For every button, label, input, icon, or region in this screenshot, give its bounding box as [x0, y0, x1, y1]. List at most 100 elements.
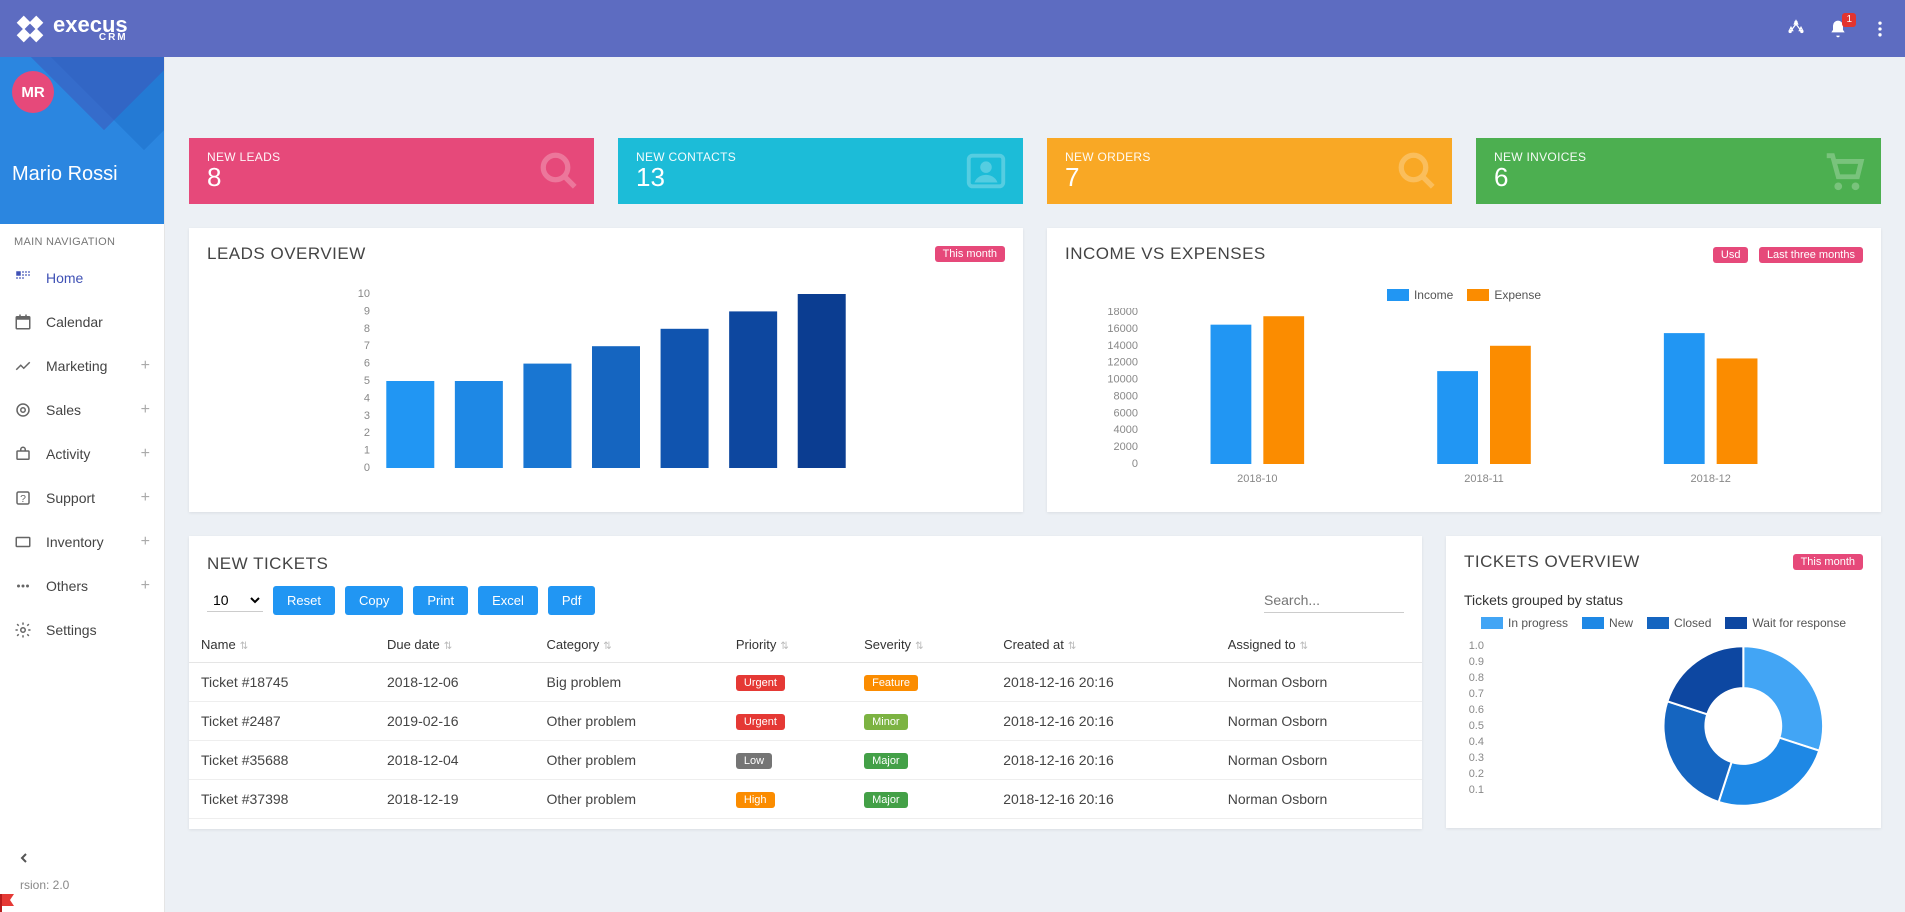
col-category[interactable]: Category⇅ [535, 627, 724, 663]
leads-badge[interactable]: This month [935, 246, 1005, 262]
col-created[interactable]: Created at⇅ [991, 627, 1216, 663]
col-due[interactable]: Due date⇅ [375, 627, 535, 663]
income-legend: Income Expense [1061, 288, 1867, 302]
nav-item-marketing[interactable]: Marketing+ [0, 344, 164, 388]
settings-icon [14, 621, 32, 639]
svg-text:9: 9 [364, 305, 370, 317]
overview-badge[interactable]: This month [1793, 554, 1863, 570]
svg-text:0.1: 0.1 [1469, 784, 1484, 796]
nav-item-inventory[interactable]: Inventory+ [0, 520, 164, 564]
cell-priority: Urgent [724, 663, 852, 702]
table-row[interactable]: Ticket #24872019-02-16Other problemUrgen… [189, 702, 1422, 741]
svg-text:2018-11: 2018-11 [1464, 473, 1504, 485]
cell-due: 2018-12-06 [375, 663, 535, 702]
cell-assigned: Norman Osborn [1216, 780, 1422, 819]
contact-icon [963, 148, 1009, 194]
table-row[interactable]: Ticket #187452018-12-06Big problemUrgent… [189, 663, 1422, 702]
stat-label: NEW INVOICES [1494, 150, 1863, 164]
cell-category: Other problem [535, 702, 724, 741]
stat-new-orders[interactable]: NEW ORDERS7 [1047, 138, 1452, 204]
sales-icon [14, 401, 32, 419]
col-name[interactable]: Name⇅ [189, 627, 375, 663]
svg-text:1: 1 [364, 445, 370, 457]
col-severity[interactable]: Severity⇅ [852, 627, 991, 663]
overview-subtitle: Tickets grouped by status [1464, 592, 1863, 608]
nav-item-others[interactable]: Others + [0, 564, 164, 608]
svg-text:2018-10: 2018-10 [1237, 473, 1277, 485]
nav-item-activity[interactable]: Activity+ [0, 432, 164, 476]
nav-item-support[interactable]: ?Support+ [0, 476, 164, 520]
expand-icon: + [141, 577, 150, 595]
svg-text:2018-12: 2018-12 [1690, 473, 1730, 485]
stat-new-contacts[interactable]: NEW CONTACTS13 [618, 138, 1023, 204]
tickets-donut-chart: 0.10.20.30.40.50.60.70.80.91.0 [1464, 636, 1863, 816]
sidebar: MR Mario Rossi MAIN NAVIGATION HomeCalen… [0, 0, 165, 912]
nav-label: Others [46, 578, 88, 594]
svg-text:0: 0 [364, 462, 370, 474]
svg-text:8: 8 [364, 323, 370, 335]
legend-item: Wait for response [1725, 616, 1846, 630]
leads-title: LEADS OVERVIEW [207, 244, 366, 264]
print-button[interactable]: Print [413, 586, 468, 615]
col-priority[interactable]: Priority⇅ [724, 627, 852, 663]
reset-button[interactable]: Reset [273, 586, 335, 615]
pdf-button[interactable]: Pdf [548, 586, 596, 615]
svg-text:0: 0 [1132, 458, 1138, 470]
stat-new-invoices[interactable]: NEW INVOICES6 [1476, 138, 1881, 204]
svg-text:12000: 12000 [1107, 357, 1138, 369]
svg-text:0.7: 0.7 [1469, 688, 1484, 700]
table-row[interactable]: Ticket #373982018-12-19Other problemHigh… [189, 780, 1422, 819]
svg-text:10000: 10000 [1107, 374, 1138, 386]
nav-item-calendar[interactable]: Calendar [0, 300, 164, 344]
nav-item-sales[interactable]: Sales+ [0, 388, 164, 432]
svg-text:4: 4 [364, 392, 370, 404]
top-actions: 1 [1786, 19, 1890, 39]
nav-label: Home [46, 270, 83, 286]
page-size-select[interactable]: 10 [207, 589, 263, 612]
table-row[interactable]: Ticket #356882018-12-04Other problemLowM… [189, 741, 1422, 780]
overview-title: TICKETS OVERVIEW [1464, 552, 1640, 572]
inventory-icon [14, 533, 32, 551]
cell-created: 2018-12-16 20:16 [991, 741, 1216, 780]
tickets-overview-panel: TICKETS OVERVIEW This month Tickets grou… [1446, 536, 1881, 828]
brand[interactable]: execus CRM [15, 14, 128, 44]
svg-text:2: 2 [364, 427, 370, 439]
avatar[interactable]: MR [12, 71, 54, 113]
notification-badge: 1 [1842, 13, 1856, 27]
excel-button[interactable]: Excel [478, 586, 538, 615]
cell-name: Ticket #2487 [189, 702, 375, 741]
nav-label: Activity [46, 446, 90, 462]
income-badge-range[interactable]: Last three months [1759, 247, 1863, 263]
search-input[interactable] [1264, 588, 1404, 613]
search-icon [538, 150, 580, 192]
cell-category: Big problem [535, 663, 724, 702]
svg-text:3: 3 [364, 410, 370, 422]
stat-new-leads[interactable]: NEW LEADS8 [189, 138, 594, 204]
main-content: NEW LEADS8NEW CONTACTS13NEW ORDERS7NEW I… [165, 114, 1905, 853]
nav-item-home[interactable]: Home [0, 256, 164, 300]
copy-button[interactable]: Copy [345, 586, 403, 615]
collapse-sidebar-button[interactable] [10, 844, 154, 872]
share-icon[interactable] [1786, 19, 1806, 39]
cell-created: 2018-12-16 20:16 [991, 702, 1216, 741]
svg-text:0.9: 0.9 [1469, 656, 1484, 668]
col-assigned[interactable]: Assigned to⇅ [1216, 627, 1422, 663]
topbar: execus CRM 1 [0, 0, 1905, 57]
calendar-icon [14, 313, 32, 331]
overview-legend: In progressNewClosedWait for response [1464, 616, 1863, 630]
cell-due: 2018-12-04 [375, 741, 535, 780]
stat-label: NEW LEADS [207, 150, 576, 164]
cell-severity: Minor [852, 702, 991, 741]
cell-assigned: Norman Osborn [1216, 702, 1422, 741]
more-icon[interactable] [1870, 19, 1890, 39]
corner-flag-icon [0, 894, 14, 912]
svg-text:0.4: 0.4 [1469, 736, 1484, 748]
bell-icon[interactable]: 1 [1828, 19, 1848, 39]
nav-header: MAIN NAVIGATION [0, 224, 164, 256]
tickets-title: NEW TICKETS [189, 536, 1422, 586]
cell-category: Other problem [535, 741, 724, 780]
nav-item-settings[interactable]: Settings [0, 608, 164, 652]
income-badge-currency[interactable]: Usd [1713, 247, 1749, 263]
expand-icon: + [141, 357, 150, 375]
svg-text:16000: 16000 [1107, 323, 1138, 335]
